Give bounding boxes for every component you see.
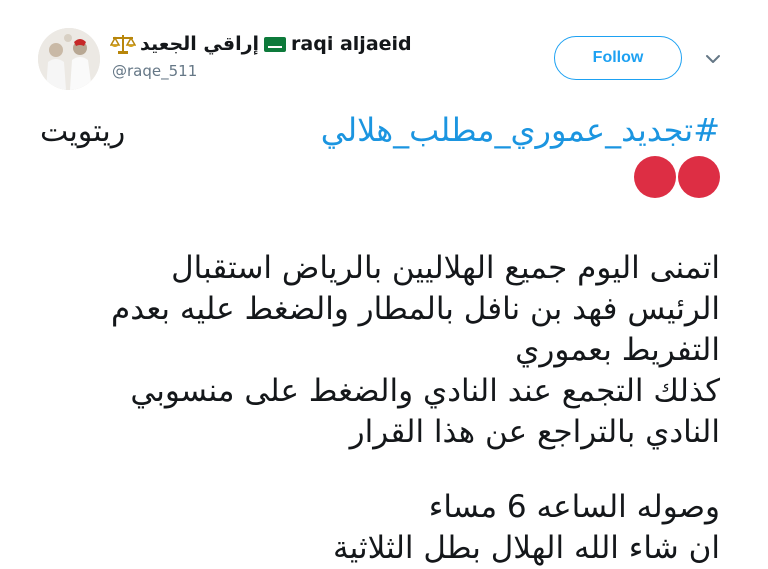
tweet-line: اتمنى اليوم جميع الهلاليين بالرياض استقب… (171, 250, 720, 286)
avatar-image (38, 28, 100, 90)
tweet-paragraph: اتمنى اليوم جميع الهلاليين بالرياض استقب… (40, 248, 720, 453)
user-handle[interactable]: @raqe_511 (112, 62, 197, 80)
emoji-row (40, 156, 720, 204)
tweet-line: النادي بالتراجع عن هذا القرار (349, 414, 720, 450)
tweet-time-line: وصوله الساعه 6 مساء (428, 489, 720, 525)
hashtag-link[interactable]: #تجديد_عموري_مطلب_هلالي (321, 110, 720, 150)
red-circle-emoji (634, 156, 676, 198)
tweet-cutoff-line: ان شاء الله الهلال بطل الثلاثية (332, 530, 720, 566)
retweet-text: ريتويت (40, 114, 126, 149)
tweet-header: إراقي الجعيد raqi aljaeid @raqe_511 Foll… (0, 0, 768, 100)
tweet-line: التفريط بعموري (515, 332, 720, 368)
tweet-first-row: #تجديد_عموري_مطلب_هلالي ريتويت (40, 100, 720, 156)
display-name-latin: raqi aljaeid (291, 33, 412, 55)
tweet-text: #تجديد_عموري_مطلب_هلالي ريتويت اتمنى الي… (40, 100, 720, 569)
red-circle-emoji (678, 156, 720, 198)
tweet-line: الرئيس فهد بن نافل بالمطار والضغط عليه ب… (111, 291, 720, 327)
display-name-arabic: إراقي الجعيد (140, 33, 260, 55)
saudi-flag-icon (264, 36, 287, 52)
scales-icon (110, 35, 136, 54)
avatar[interactable] (38, 28, 100, 90)
tweet-line: كذلك التجمع عند النادي والضغط على منسوبي (130, 373, 720, 409)
chevron-down-icon[interactable] (704, 52, 722, 66)
display-name[interactable]: إراقي الجعيد raqi aljaeid (110, 30, 412, 58)
follow-button[interactable]: Follow (554, 36, 682, 80)
